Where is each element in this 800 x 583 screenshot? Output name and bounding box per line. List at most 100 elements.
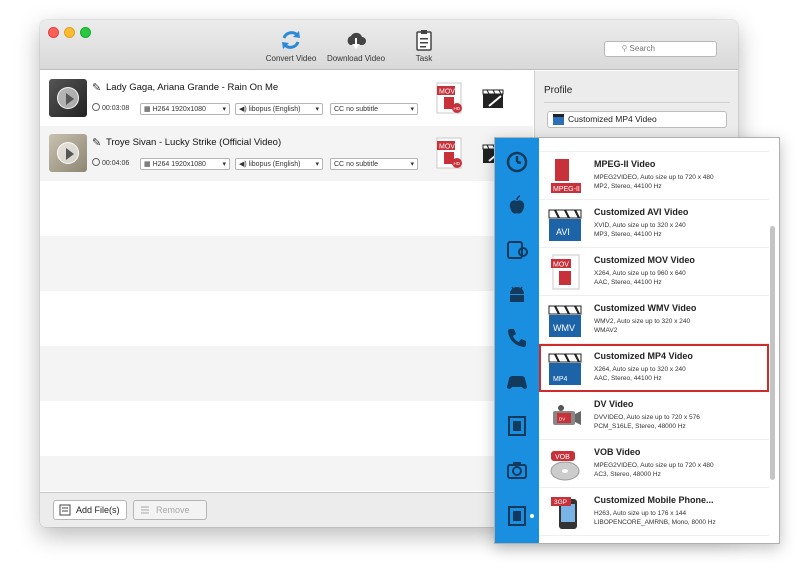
task-button[interactable]: Task (412, 28, 436, 63)
profile-item-vob[interactable]: VOB VOB Video MPEG2VIDEO, Auto size up t… (539, 440, 769, 488)
vob-disc-icon: VOB (550, 451, 580, 481)
profile-desc-line: PCM_S16LE, Stereo, 48000 Hz (594, 423, 686, 430)
remove-button[interactable]: Remove (133, 500, 207, 520)
file-row[interactable]: ✎ Lady Gaga, Ariana Grande - Rain On Me … (40, 71, 533, 126)
file-list: ✎ Lady Gaga, Ariana Grande - Rain On Me … (40, 71, 533, 491)
remove-icon (141, 506, 149, 514)
cloud-download-icon (347, 32, 366, 49)
chevron-down-icon: ▾ (315, 161, 319, 168)
profile-item-wmv[interactable]: WMV Customized WMV Video WMV2, Auto size… (539, 296, 769, 344)
video-track-select[interactable]: ▦ H264 1920x1080 ▾ (140, 103, 230, 115)
phone-icon[interactable] (505, 326, 529, 350)
profile-name: MPEG-II Video (594, 159, 656, 169)
close-window-button[interactable] (48, 27, 59, 38)
duration-value: 00:04:06 (102, 160, 130, 167)
profile-desc: MPEG2VIDEO, Auto size up to 720 x 480 AC3… (594, 461, 714, 479)
profile-desc: H263, Auto size up to 176 x 144 LIBOPENCO… (594, 509, 716, 527)
scrollbar[interactable] (770, 226, 775, 480)
profile-desc: MPEG2VIDEO, Auto size up to 720 x 480 MP2… (594, 173, 714, 191)
dv-badge-text: DV (559, 417, 565, 422)
video-track-select[interactable]: ▦ H264 1920x1080 ▾ (140, 158, 230, 170)
profile-desc: X264, Auto size up to 320 x 240 AAC, Ster… (594, 365, 686, 383)
subtitle-value: no subtitle (346, 106, 378, 113)
video-format-icon[interactable] (505, 504, 529, 528)
subtitle-select[interactable]: CC no subtitle ▾ (330, 103, 418, 115)
play-icon (57, 87, 79, 109)
search-input[interactable] (629, 44, 700, 53)
device-icon[interactable] (505, 238, 529, 262)
clipboard-icon (416, 30, 432, 51)
list-item (539, 138, 769, 152)
chevron-down-icon: ▾ (222, 106, 226, 113)
category-sidebar (495, 138, 539, 543)
camera-icon[interactable] (505, 458, 529, 482)
search-icon: ⚲ (621, 44, 628, 53)
camcorder-icon: DV (553, 405, 581, 425)
subtitle-select[interactable]: CC no subtitle ▾ (330, 158, 418, 170)
profile-desc-line: H263, Auto size up to 176 x 144 (594, 510, 687, 517)
chevron-down-icon: ▾ (222, 161, 226, 168)
profile-item-avi[interactable]: AVI Customized AVI Video XVID, Auto size… (539, 200, 769, 248)
profile-dropdown: MPEG-II MPEG-II Video MPEG2VIDEO, Auto s… (494, 137, 780, 544)
profile-name: Customized WMV Video (594, 303, 697, 313)
profile-desc-line: WMV2, Auto size up to 320 x 240 (594, 318, 691, 325)
profile-item-dv[interactable]: DV DV Video DVVIDEO, Auto size up to 720… (539, 392, 769, 440)
gamepad-icon[interactable] (505, 370, 529, 394)
film-icon[interactable] (505, 414, 529, 438)
mobile-phone-icon: 3GP (551, 497, 577, 529)
apple-icon[interactable] (505, 194, 529, 218)
add-files-button[interactable]: Add File(s) (53, 500, 127, 520)
file-row[interactable]: ✎ Troye Sivan - Lucky Strike (Official V… (40, 126, 533, 181)
profile-name: VOB Video (594, 447, 641, 457)
wmv-clapper-icon: WMV (548, 305, 582, 337)
download-video-button[interactable]: Download Video (326, 28, 386, 63)
mov-format-icon[interactable]: MOV HD (435, 81, 463, 115)
minimize-window-button[interactable] (64, 27, 75, 38)
profile-desc-line: LIBOPENCORE_AMRNB, Mono, 8000 Hz (594, 519, 716, 526)
video-format-icon (553, 114, 564, 125)
convert-video-button[interactable]: Convert Video (264, 28, 318, 63)
avi-clapper-icon: AVI (548, 209, 582, 241)
add-file-icon (59, 504, 71, 516)
profile-name: Customized Mobile Phone... (594, 495, 714, 505)
profile-item-3gp[interactable]: 3GP Customized Mobile Phone... H263, Aut… (539, 488, 769, 536)
clock-icon (92, 103, 100, 111)
chevron-down-icon: ▾ (315, 106, 319, 113)
profile-desc: X264, Auto size up to 960 x 640 AAC, Ster… (594, 269, 686, 287)
recent-clock-icon[interactable] (505, 150, 529, 174)
profile-select[interactable]: Customized MP4 Video (547, 111, 727, 128)
avi-badge-text: AVI (556, 227, 570, 237)
subtitle-value: no subtitle (346, 161, 378, 168)
clock-icon (92, 158, 100, 166)
audio-track-select[interactable]: ◀) libopus (English) ▾ (235, 158, 323, 170)
profile-name: Customized AVI Video (594, 207, 689, 217)
edit-video-icon[interactable] (481, 86, 507, 112)
edit-name-icon[interactable]: ✎ (92, 81, 101, 94)
video-thumbnail[interactable] (49, 134, 87, 172)
profile-item-mpeg2[interactable]: MPEG-II MPEG-II Video MPEG2VIDEO, Auto s… (539, 152, 769, 200)
chevron-down-icon: ▾ (410, 161, 414, 168)
empty-row (40, 456, 533, 491)
profile-desc-line: WMAV2 (594, 327, 618, 334)
profile-desc: XVID, Auto size up to 320 x 240 MP3, Ster… (594, 221, 686, 239)
search-box[interactable]: ⚲ (604, 41, 717, 57)
profile-desc-line: AC3, Stereo, 48000 Hz (594, 471, 661, 478)
profile-desc-line: XVID, Auto size up to 320 x 240 (594, 222, 686, 229)
profile-item-mp4[interactable]: MP4 Customized MP4 Video X264, Auto size… (539, 344, 769, 392)
android-icon[interactable] (505, 282, 529, 306)
audio-track-value: libopus (English) (248, 106, 301, 113)
profile-desc-line: MPEG2VIDEO, Auto size up to 720 x 480 (594, 174, 714, 181)
mov-format-icon[interactable]: MOV HD (435, 136, 463, 170)
profile-desc: WMV2, Auto size up to 320 x 240 WMAV2 (594, 317, 690, 335)
duration: 00:04:06 (92, 158, 136, 170)
bottom-bar: Add File(s) Remove (40, 492, 533, 527)
profile-item-mov[interactable]: MOV Customized MOV Video X264, Auto size… (539, 248, 769, 296)
file-title: Troye Sivan - Lucky Strike (Official Vid… (106, 137, 282, 148)
edit-name-icon[interactable]: ✎ (92, 136, 101, 149)
video-thumbnail[interactable] (49, 79, 87, 117)
hd-badge-text: HD (454, 161, 461, 166)
task-label: Task (415, 54, 433, 63)
audio-track-select[interactable]: ◀) libopus (English) ▾ (235, 103, 323, 115)
maximize-window-button[interactable] (80, 27, 91, 38)
3gp-badge-text: 3GP (554, 499, 567, 506)
